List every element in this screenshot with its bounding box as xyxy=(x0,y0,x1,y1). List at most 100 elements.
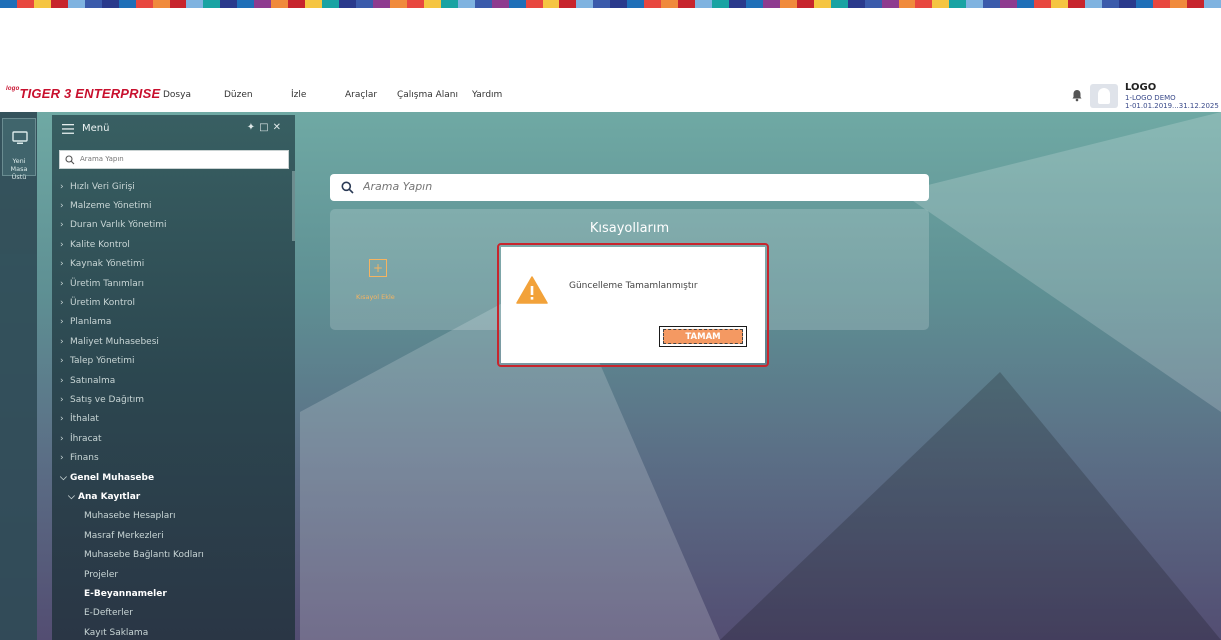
stripe-segment xyxy=(406,0,424,8)
stripe-segment xyxy=(1101,0,1119,8)
pin-icon[interactable]: ✦ xyxy=(247,122,259,133)
add-shortcut-label[interactable]: Kısayol Ekle xyxy=(356,293,395,301)
menu-item-label: Talep Yönetimi xyxy=(70,356,135,367)
stripe-segment xyxy=(203,0,221,8)
menu-item[interactable]: E-Beyannameler xyxy=(52,584,295,603)
chevron-right-icon: › xyxy=(60,201,64,212)
menu-item-label: İhracat xyxy=(70,433,102,444)
menu-item[interactable]: E-Defterler xyxy=(52,604,295,623)
user-info: LOGO 1-LOGO DEMO 1-01.01.2019...31.12.20… xyxy=(1125,82,1219,110)
stripe-segment xyxy=(1000,0,1018,8)
avatar[interactable] xyxy=(1090,84,1118,108)
menu-izle[interactable]: İzle xyxy=(291,90,306,100)
stripe-segment xyxy=(559,0,577,8)
menu-item-label: Hızlı Veri Girişi xyxy=(70,181,135,192)
stripe-segment xyxy=(508,0,526,8)
menu-item[interactable]: ⌵ Genel Muhasebe xyxy=(52,468,295,487)
stripe-segment xyxy=(1051,0,1069,8)
menu-item[interactable]: › Kaynak Yönetimi xyxy=(52,255,295,274)
stripe-segment xyxy=(542,0,560,8)
menu-item[interactable]: Muhasebe Hesapları xyxy=(52,507,295,526)
stripe-segment xyxy=(33,0,51,8)
stripe-segment xyxy=(101,0,119,8)
menu-window-controls: ✦□✕ xyxy=(247,122,285,133)
maximize-icon[interactable]: □ xyxy=(259,122,272,133)
main-search-input[interactable] xyxy=(363,180,903,193)
menu-item[interactable]: › Üretim Tanımları xyxy=(52,274,295,293)
add-shortcut-button[interactable]: + xyxy=(369,259,387,277)
stripe-segment xyxy=(152,0,170,8)
stripe-segment xyxy=(593,0,611,8)
chevron-right-icon: › xyxy=(60,181,64,192)
ok-button[interactable]: TAMAM xyxy=(663,329,743,344)
menu-search-input[interactable] xyxy=(80,155,280,163)
menu-item[interactable]: › Satış ve Dağıtım xyxy=(52,390,295,409)
stripe-segment xyxy=(695,0,713,8)
menu-araclar[interactable]: Araçlar xyxy=(345,90,377,100)
period-range: 1-01.01.2019...31.12.2025 xyxy=(1125,102,1219,110)
menu-panel: Menü ✦□✕ › Hızlı Veri Girişi › Malzeme Yöne… xyxy=(52,115,295,640)
menu-calisma-alani[interactable]: Çalışma Alanı xyxy=(397,90,458,100)
company-name: 1-LOGO DEMO xyxy=(1125,94,1176,102)
stripe-segment xyxy=(440,0,458,8)
dialog-message: Güncelleme Tamamlanmıştır xyxy=(569,281,698,291)
stripe-segment xyxy=(898,0,916,8)
chevron-right-icon: › xyxy=(60,317,64,328)
stripe-segment xyxy=(372,0,390,8)
stripe-segment xyxy=(576,0,594,8)
stripe-segment xyxy=(288,0,306,8)
menu-item[interactable]: › Malzeme Yönetimi xyxy=(52,196,295,215)
bell-icon[interactable] xyxy=(1070,88,1084,102)
menu-item[interactable]: › Finans xyxy=(52,448,295,467)
menu-item[interactable]: › İthalat xyxy=(52,410,295,429)
menu-item[interactable]: › Planlama xyxy=(52,313,295,332)
menu-item[interactable]: ⌵ Ana Kayıtlar xyxy=(52,487,295,506)
stripe-segment xyxy=(491,0,509,8)
menu-item-label: E-Beyannameler xyxy=(84,588,167,599)
menu-item[interactable]: Masraf Merkezleri xyxy=(52,526,295,545)
menu-item-label: Malzeme Yönetimi xyxy=(70,201,152,212)
menu-item[interactable]: › Üretim Kontrol xyxy=(52,293,295,312)
stripe-segment xyxy=(1118,0,1136,8)
menu-item[interactable]: › Maliyet Muhasebesi xyxy=(52,332,295,351)
menu-item-label: Muhasebe Bağlantı Kodları xyxy=(84,550,204,561)
close-icon[interactable]: ✕ xyxy=(273,122,285,133)
menu-item-label: E-Defterler xyxy=(84,608,133,619)
stripe-segment xyxy=(305,0,323,8)
stripe-segment xyxy=(474,0,492,8)
stripe-segment xyxy=(16,0,34,8)
menu-item[interactable]: › Kalite Kontrol xyxy=(52,235,295,254)
menu-item[interactable]: › Duran Varlık Yönetimi xyxy=(52,216,295,235)
stripe-segment xyxy=(1017,0,1035,8)
new-desktop-button[interactable]: Yeni Masa Üstü xyxy=(2,118,36,181)
chevron-right-icon: › xyxy=(60,394,64,405)
stripe-segment xyxy=(932,0,950,8)
main-search-box[interactable] xyxy=(330,174,929,201)
monitor-icon xyxy=(12,131,28,144)
menu-item[interactable]: Projeler xyxy=(52,565,295,584)
search-icon xyxy=(341,181,354,194)
stripe-segment xyxy=(678,0,696,8)
user-name: LOGO xyxy=(1125,82,1157,93)
menu-item[interactable]: › Satınalma xyxy=(52,371,295,390)
menu-item[interactable]: › İhracat xyxy=(52,429,295,448)
menu-duzen[interactable]: Düzen xyxy=(224,90,253,100)
menu-item[interactable]: › Talep Yönetimi xyxy=(52,352,295,371)
hamburger-icon[interactable] xyxy=(62,124,74,134)
menu-item[interactable]: Kayıt Saklama xyxy=(52,623,295,640)
stripe-segment xyxy=(966,0,984,8)
warning-icon xyxy=(516,276,548,304)
chevron-right-icon: › xyxy=(60,433,64,444)
menu-item-label: Planlama xyxy=(70,317,112,328)
menu-item[interactable]: Muhasebe Bağlantı Kodları xyxy=(52,545,295,564)
menu-item[interactable]: › Hızlı Veri Girişi xyxy=(52,177,295,196)
menu-dosya[interactable]: Dosya xyxy=(163,90,191,100)
stripe-segment xyxy=(0,0,17,8)
stripe-segment xyxy=(322,0,340,8)
menu-yardim[interactable]: Yardım xyxy=(472,90,502,100)
message-dialog: Güncelleme Tamamlanmıştır TAMAM xyxy=(501,247,765,363)
menu-search-box[interactable] xyxy=(59,150,289,169)
stripe-segment xyxy=(50,0,68,8)
stripe-segment xyxy=(712,0,729,8)
menu-title: Menü xyxy=(82,123,110,134)
